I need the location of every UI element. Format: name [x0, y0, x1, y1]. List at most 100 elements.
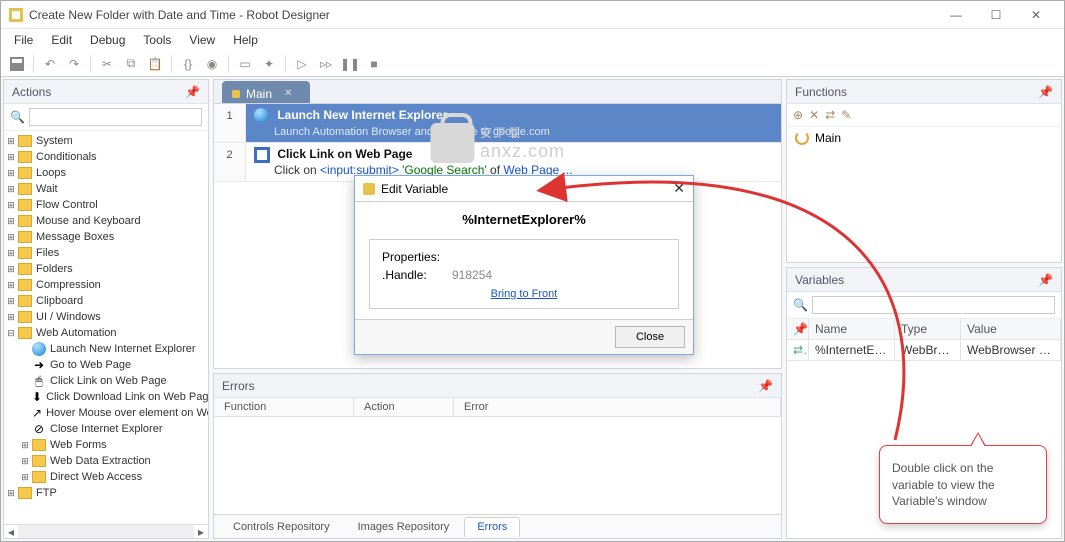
rename-icon[interactable]: ⇄	[825, 108, 835, 122]
step-1[interactable]: 1 Launch New Internet Explorer Launch Au…	[214, 104, 781, 143]
edit-icon[interactable]: ✎	[841, 108, 851, 122]
h-scrollbar[interactable]: ◂▸	[4, 524, 208, 538]
folder-icon	[32, 455, 46, 467]
dialog-title: Edit Variable	[381, 182, 448, 196]
wand-icon[interactable]: ✦	[259, 54, 279, 74]
tree-item: ⊞Flow Control	[4, 197, 206, 213]
folder-icon	[32, 471, 46, 483]
body: Actions 📌 🔍 ⊞System ⊞Conditionals ⊞Loops…	[1, 77, 1064, 541]
menu-help[interactable]: Help	[226, 31, 265, 49]
tree-item: ⊞Conditionals	[4, 149, 206, 165]
handle-label: .Handle:	[382, 268, 452, 282]
designer-panel: Main ✕ 1 Launch New Internet Explorer La…	[213, 79, 782, 369]
actions-title: Actions	[12, 85, 51, 99]
step-icon[interactable]: ▹▹	[316, 54, 336, 74]
function-icon	[795, 131, 809, 145]
tab-close-icon[interactable]: ✕	[284, 88, 292, 99]
tab-label: Main	[246, 87, 272, 101]
pause-icon[interactable]: ❚❚	[340, 54, 360, 74]
handle-value: 918254	[452, 268, 492, 282]
steps-area: 1 Launch New Internet Explorer Launch Au…	[214, 104, 781, 182]
col-function[interactable]: Function	[214, 398, 354, 416]
record-icon[interactable]: ◉	[202, 54, 222, 74]
tab-errors[interactable]: Errors	[464, 517, 520, 537]
menu-file[interactable]: File	[7, 31, 40, 49]
menu-tools[interactable]: Tools	[136, 31, 178, 49]
errors-body	[214, 417, 781, 514]
braces-icon[interactable]: {}	[178, 54, 198, 74]
click-icon: 🖱	[32, 374, 46, 388]
folder-icon	[18, 247, 32, 259]
variables-search-input[interactable]	[812, 296, 1055, 314]
dialog-titlebar[interactable]: Edit Variable ✕	[355, 176, 693, 202]
menu-edit[interactable]: Edit	[44, 31, 79, 49]
folder-icon	[18, 199, 32, 211]
col-value[interactable]: Value	[961, 319, 1061, 340]
maximize-button[interactable]: ☐	[976, 3, 1016, 27]
errors-columns: Function Action Error	[214, 398, 781, 417]
tree-child: 🖱Click Link on Web Page	[4, 373, 206, 389]
tree-item: ⊞Web Data Extraction	[4, 453, 206, 469]
app-window: Create New Folder with Date and Time - R…	[0, 0, 1065, 542]
menu-view[interactable]: View	[182, 31, 222, 49]
redo-icon[interactable]: ↷	[64, 54, 84, 74]
var-type: WebBrow...	[895, 340, 961, 361]
paste-icon[interactable]: 📋	[145, 54, 165, 74]
tree-item: ⊞Loops	[4, 165, 206, 181]
goto-icon: ➜	[32, 358, 46, 372]
variable-name: %InternetExplorer%	[355, 202, 693, 235]
delete-icon[interactable]: ✕	[809, 108, 819, 122]
function-item-main[interactable]: Main	[787, 127, 1061, 149]
copy-icon[interactable]: ⧉	[121, 54, 141, 74]
tree-child: ↗Hover Mouse over element on Web Page	[4, 405, 206, 421]
step-number: 1	[214, 104, 246, 142]
function-label: Main	[815, 131, 841, 145]
run-icon[interactable]: ▷	[292, 54, 312, 74]
variables-panel: Variables 📌 🔍 📌 Name Type Value ⇄ %Inter…	[786, 267, 1062, 539]
variable-row[interactable]: ⇄ %InternetEx... WebBrow... WebBrowser I…	[787, 340, 1061, 361]
menu-debug[interactable]: Debug	[83, 31, 132, 49]
folder-icon	[18, 487, 32, 499]
errors-title: Errors	[222, 379, 255, 393]
variables-title: Variables	[795, 273, 844, 287]
folder-icon	[18, 231, 32, 243]
pin-icon[interactable]: 📌	[758, 379, 773, 393]
close-button[interactable]: Close	[615, 326, 685, 348]
bring-to-front-link[interactable]: Bring to Front	[382, 288, 666, 300]
pin-icon[interactable]: 📌	[1038, 85, 1053, 99]
tab-controls-repo[interactable]: Controls Repository	[220, 517, 343, 537]
save-icon[interactable]	[7, 54, 27, 74]
folder-icon	[18, 183, 32, 195]
col-name[interactable]: Name	[809, 319, 895, 340]
tooltip-callout: Double click on the variable to view the…	[879, 445, 1047, 524]
variables-search: 🔍	[787, 292, 1061, 319]
add-icon[interactable]: ⊕	[793, 108, 803, 122]
col-pin[interactable]: 📌	[787, 319, 809, 340]
menubar: File Edit Debug Tools View Help	[1, 29, 1064, 51]
tree-item: ⊞Web Forms	[4, 437, 206, 453]
pin-icon[interactable]: 📌	[185, 85, 200, 99]
minimize-button[interactable]: —	[936, 3, 976, 27]
dialog-close-icon[interactable]: ✕	[673, 180, 685, 197]
edit-variable-dialog: Edit Variable ✕ %InternetExplorer% Prope…	[354, 175, 694, 355]
variables-columns: 📌 Name Type Value	[787, 319, 1061, 340]
functions-header: Functions 📌	[787, 80, 1061, 104]
folder-icon	[18, 327, 32, 339]
stop-icon[interactable]: ■	[364, 54, 384, 74]
col-action[interactable]: Action	[354, 398, 454, 416]
actions-search-input[interactable]	[29, 108, 202, 126]
ui-icon[interactable]: ▭	[235, 54, 255, 74]
tab-main[interactable]: Main ✕	[222, 81, 310, 103]
dialog-icon	[363, 183, 375, 195]
tree-item: ⊞Direct Web Access	[4, 469, 206, 485]
close-button[interactable]: ✕	[1016, 3, 1056, 27]
tab-images-repo[interactable]: Images Repository	[345, 517, 463, 537]
right-column: Functions 📌 ⊕ ✕ ⇄ ✎ Main Variables	[784, 77, 1064, 541]
undo-icon[interactable]: ↶	[40, 54, 60, 74]
pin-icon[interactable]: 📌	[1038, 273, 1053, 287]
step-title: Launch New Internet Explorer	[277, 108, 447, 122]
col-error[interactable]: Error	[454, 398, 781, 416]
actions-tree[interactable]: ⊞System ⊞Conditionals ⊞Loops ⊞Wait ⊞Flow…	[4, 131, 208, 524]
cut-icon[interactable]: ✂	[97, 54, 117, 74]
col-type[interactable]: Type	[895, 319, 961, 340]
